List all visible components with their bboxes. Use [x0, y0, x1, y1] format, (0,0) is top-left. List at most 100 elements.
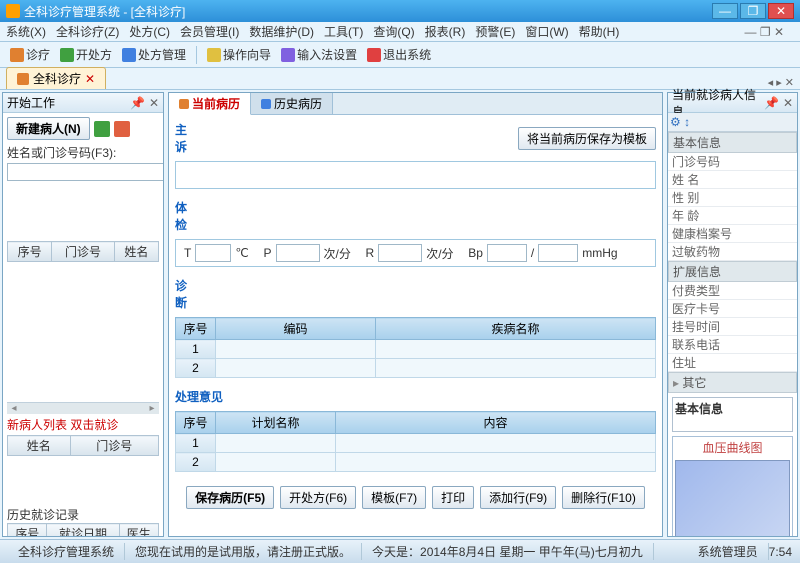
action-bar: 保存病历(F5) 开处方(F6) 模板(F7) 打印 添加行(F9) 删除行(F… — [175, 482, 656, 513]
left-title: 开始工作 — [7, 94, 55, 111]
center-panel: 当前病历 历史病历 主 诉 将当前病历保存为模板 体 检 T℃ P次/分 R次/… — [168, 92, 663, 537]
tb-clinic[interactable]: 诊疗 — [6, 45, 54, 64]
exit-icon — [367, 48, 381, 62]
plan-label: 处理意见 — [175, 388, 245, 405]
prop-age: 年 龄 — [668, 207, 797, 225]
menu-clinic[interactable]: 全科诊疗(Z) — [56, 23, 119, 40]
pin-icon[interactable]: 📌 — [130, 96, 145, 110]
maximize-button[interactable]: ❐ — [740, 3, 766, 19]
menu-report[interactable]: 报表(R) — [425, 23, 466, 40]
prop-cardno: 医疗卡号 — [668, 300, 797, 318]
window-title: 全科诊疗管理系统 - [全科诊疗] — [24, 3, 185, 20]
new-patient-grid[interactable]: 姓名门诊号 — [7, 435, 159, 456]
vitals-box: T℃ P次/分 R次/分 Bp/mmHg — [175, 239, 656, 267]
doc-tab-clinic[interactable]: 全科诊疗 ✕ — [6, 67, 106, 89]
panel-close-icon[interactable]: ✕ — [783, 96, 793, 110]
new-patient-list-title: 新病人列表 双击就诊 — [7, 416, 159, 433]
close-button[interactable]: ✕ — [768, 3, 794, 19]
status-trial: 您现在试用的是试用版，请注册正式版。 — [125, 543, 362, 560]
mdi-controls[interactable]: — ❐ ✕ — [745, 25, 784, 39]
status-user: 系统管理员 — [688, 543, 769, 560]
search-hint: 姓名或门诊号码(F3): — [7, 144, 159, 161]
bp-dia-input[interactable] — [538, 244, 578, 262]
app-icon — [6, 4, 20, 18]
ime-icon — [281, 48, 295, 62]
status-app: 全科诊疗管理系统 — [8, 543, 125, 560]
exam-label: 体 检 — [175, 199, 245, 233]
new-patient-button[interactable]: 新建病人(N) — [7, 117, 90, 140]
tb-wizard[interactable]: 操作向导 — [203, 45, 275, 64]
tab-icon — [17, 73, 29, 85]
menu-member[interactable]: 会员管理(I) — [180, 23, 239, 40]
tb-rxmgr[interactable]: 处方管理 — [118, 45, 190, 64]
tb-exit[interactable]: 退出系统 — [363, 45, 435, 64]
basic-info-box: 基本信息 — [672, 397, 793, 432]
prop-healthno: 健康档案号 — [668, 225, 797, 243]
right-panel: 当前就诊病人信息 📌 ✕ ⚙ ↕ 基本信息 门诊号码 姓 名 性 别 年 龄 健… — [667, 92, 798, 537]
save-as-template-button[interactable]: 将当前病历保存为模板 — [518, 127, 656, 150]
scroll-left-icon[interactable]: ◂ — [7, 403, 21, 414]
left-panel: 开始工作 📌 ✕ 新建病人(N) 姓名或门诊号码(F3): 开始查找 序号门诊号… — [2, 92, 164, 537]
green-tool-icon[interactable] — [94, 121, 110, 137]
menu-prescription[interactable]: 处方(C) — [129, 23, 170, 40]
temp-input[interactable] — [195, 244, 231, 262]
tab-close-icon[interactable]: ✕ — [85, 72, 95, 86]
cat-basic[interactable]: 基本信息 — [668, 132, 797, 153]
tab-current-record[interactable]: 当前病历 — [169, 93, 251, 115]
history-grid[interactable]: 序号就诊日期医生 — [7, 523, 159, 536]
pin-icon[interactable]: 📌 — [764, 96, 779, 110]
status-time: 7:54 — [769, 545, 792, 559]
chief-complaint-label: 主 诉 — [175, 121, 245, 155]
clinic-icon — [10, 48, 24, 62]
template-button[interactable]: 模板(F7) — [362, 486, 426, 509]
panel-close-icon[interactable]: ✕ — [149, 96, 159, 110]
prop-visitno: 门诊号码 — [668, 153, 797, 171]
menu-system[interactable]: 系统(X) — [6, 23, 46, 40]
wizard-icon — [207, 48, 221, 62]
tab-icon — [261, 99, 271, 109]
delete-row-button[interactable]: 删除行(F10) — [562, 486, 645, 509]
menu-data[interactable]: 数据维护(D) — [249, 23, 314, 40]
bp-sys-input[interactable] — [487, 244, 527, 262]
prop-phone: 联系电话 — [668, 336, 797, 354]
save-record-button[interactable]: 保存病历(F5) — [186, 486, 274, 509]
menubar: 系统(X) 全科诊疗(Z) 处方(C) 会员管理(I) 数据维护(D) 工具(T… — [0, 22, 800, 42]
cat-ext[interactable]: 扩展信息 — [668, 261, 797, 282]
prop-gender: 性 别 — [668, 189, 797, 207]
pulse-input[interactable] — [276, 244, 320, 262]
tb-ime[interactable]: 输入法设置 — [277, 45, 361, 64]
menu-window[interactable]: 窗口(W) — [525, 23, 568, 40]
prop-name: 姓 名 — [668, 171, 797, 189]
menu-help[interactable]: 帮助(H) — [579, 23, 620, 40]
prop-toolbar-icon[interactable]: ⚙ ↕ — [670, 115, 690, 129]
add-row-button[interactable]: 添加行(F9) — [480, 486, 556, 509]
chief-complaint-box[interactable] — [175, 161, 656, 189]
scroll-right-icon[interactable]: ▸ — [145, 403, 159, 414]
open-rx-button[interactable]: 开处方(F6) — [280, 486, 356, 509]
tb-newrx[interactable]: 开处方 — [56, 45, 116, 64]
tab-history-record[interactable]: 历史病历 — [251, 93, 333, 114]
menu-query[interactable]: 查询(Q) — [373, 23, 414, 40]
prop-allergy: 过敏药物 — [668, 243, 797, 261]
cat-other[interactable]: 其它 — [668, 372, 797, 393]
rxmgr-icon — [122, 48, 136, 62]
plan-table[interactable]: 序号计划名称内容 1 2 — [175, 411, 656, 472]
diagnosis-label: 诊 断 — [175, 277, 245, 311]
statusbar: 全科诊疗管理系统 您现在试用的是试用版，请注册正式版。 今天是：2014年8月4… — [0, 539, 800, 563]
menu-tools[interactable]: 工具(T) — [324, 23, 363, 40]
print-button[interactable]: 打印 — [432, 486, 474, 509]
resp-input[interactable] — [378, 244, 422, 262]
diagnosis-table[interactable]: 序号编码疾病名称 1 2 — [175, 317, 656, 378]
chart-area: 0 — [675, 460, 790, 536]
newrx-icon — [60, 48, 74, 62]
minimize-button[interactable]: — — [712, 3, 738, 19]
tab-scroll-controls[interactable]: ◂ ▸ ✕ — [768, 76, 794, 89]
toolbar: 诊疗 开处方 处方管理 操作向导 输入法设置 退出系统 — [0, 42, 800, 68]
prop-regtime: 挂号时间 — [668, 318, 797, 336]
patient-top-grid[interactable]: 序号门诊号姓名 — [7, 241, 159, 262]
titlebar: 全科诊疗管理系统 - [全科诊疗] — ❐ ✕ — [0, 0, 800, 22]
orange-tool-icon[interactable] — [114, 121, 130, 137]
search-input[interactable] — [7, 163, 163, 181]
prop-address: 住址 — [668, 354, 797, 372]
menu-alert[interactable]: 预警(E) — [475, 23, 515, 40]
